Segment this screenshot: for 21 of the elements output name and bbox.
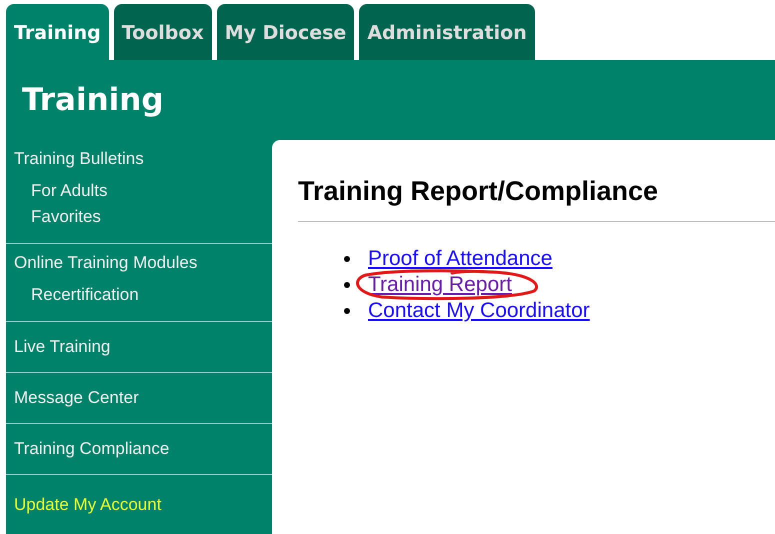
sidebar-link[interactable]: Message Center (14, 387, 139, 409)
sidebar-sublink[interactable]: Recertification (14, 282, 139, 308)
sidebar-link[interactable]: Online Training Modules (14, 252, 198, 274)
sidebar-link[interactable]: Live Training (14, 336, 110, 358)
tab[interactable]: My Diocese (216, 4, 354, 60)
sidebar-link[interactable]: Training Compliance (14, 438, 170, 460)
tab[interactable]: Administration (359, 4, 535, 60)
sidebar-sublink[interactable]: For Adults (14, 178, 108, 204)
sidebar-sublink[interactable]: Favorites (14, 204, 101, 230)
bullet-icon (344, 256, 350, 262)
tab[interactable]: Toolbox (114, 4, 212, 60)
bullet-icon (344, 282, 350, 288)
link[interactable]: Proof of Attendance (368, 246, 552, 272)
sidebar-link[interactable]: Update My Account (14, 494, 162, 516)
link[interactable]: Contact My Coordinator (368, 298, 590, 324)
link[interactable]: Training Report (368, 272, 512, 298)
section-title: Training (22, 80, 164, 120)
page-heading: Training Report/Compliance (298, 175, 660, 208)
bullet-icon (344, 308, 350, 314)
sidebar-link[interactable]: Training Bulletins (14, 148, 144, 170)
tab[interactable]: Training (6, 4, 109, 60)
